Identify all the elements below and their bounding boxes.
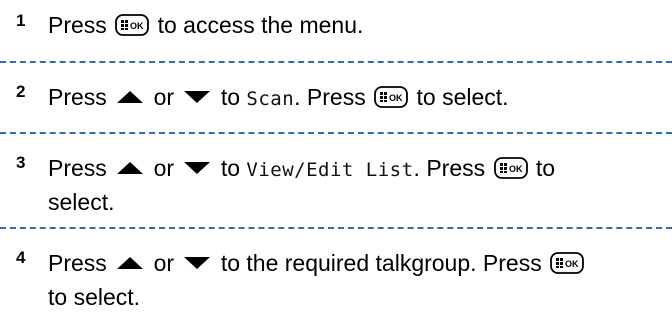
menu-item-name: View/Edit List: [246, 159, 414, 181]
step-text-press: Press: [48, 250, 107, 276]
key-label: OK: [565, 259, 579, 269]
key-label: OK: [509, 164, 523, 174]
up-arrow-icon: [116, 81, 144, 112]
step-text: Press or to the required talkgroup. Pres…: [48, 247, 672, 313]
step-text-line-1: Press or to the required talkgroup. Pres…: [48, 247, 672, 282]
step-separator: [0, 132, 672, 134]
step-text-or: or: [153, 84, 175, 110]
step-text-to: to: [220, 155, 240, 181]
step-text: Press or to View/Edit List. Press OK to …: [48, 152, 672, 218]
up-arrow-icon: [116, 152, 144, 183]
step-text-rest: to access the menu.: [157, 12, 364, 38]
menu-ok-button-icon: OK: [115, 13, 150, 44]
step-number: 4: [16, 248, 26, 267]
step-text-or: or: [153, 155, 175, 181]
step-text-press: Press: [48, 12, 107, 38]
down-arrow-icon: [183, 247, 211, 278]
step-text-line-2: select.: [48, 189, 115, 215]
step-text-press: Press: [48, 84, 107, 110]
menu-ok-button-icon: OK: [374, 85, 409, 116]
step-number: 2: [16, 82, 26, 101]
step-text-rest: to: [535, 155, 556, 181]
step-text-press: . Press: [294, 84, 366, 110]
step-text-line-2: to select.: [48, 284, 141, 310]
step-separator: [0, 61, 672, 63]
step-text-or: or: [153, 250, 175, 276]
down-arrow-icon: [183, 81, 211, 112]
step-text-rest: to select.: [416, 84, 509, 110]
key-label: OK: [130, 21, 144, 31]
key-label: OK: [389, 93, 403, 103]
step-number: 3: [16, 153, 26, 172]
step-text: Press OK to access the menu.: [48, 10, 672, 44]
step-text-press: Press: [48, 155, 107, 181]
down-arrow-icon: [183, 152, 211, 183]
step-text-to: to the required talkgroup. Press: [220, 250, 542, 276]
step-text-to: to: [220, 84, 240, 110]
step-text-line-1: Press or to View/Edit List. Press OK to: [48, 152, 672, 187]
step-text: Press or to Scan. Press OK to select.: [48, 81, 672, 116]
step-text-press: . Press: [413, 155, 486, 181]
menu-item-name: Scan: [246, 88, 295, 110]
up-arrow-icon: [116, 247, 144, 278]
step-number: 1: [16, 11, 26, 30]
menu-ok-button-icon: OK: [550, 251, 585, 282]
step-separator: [0, 227, 672, 229]
menu-ok-button-icon: OK: [493, 156, 528, 187]
procedure-steps: 1 Press OK to access the menu. 2 Press o…: [0, 0, 672, 315]
